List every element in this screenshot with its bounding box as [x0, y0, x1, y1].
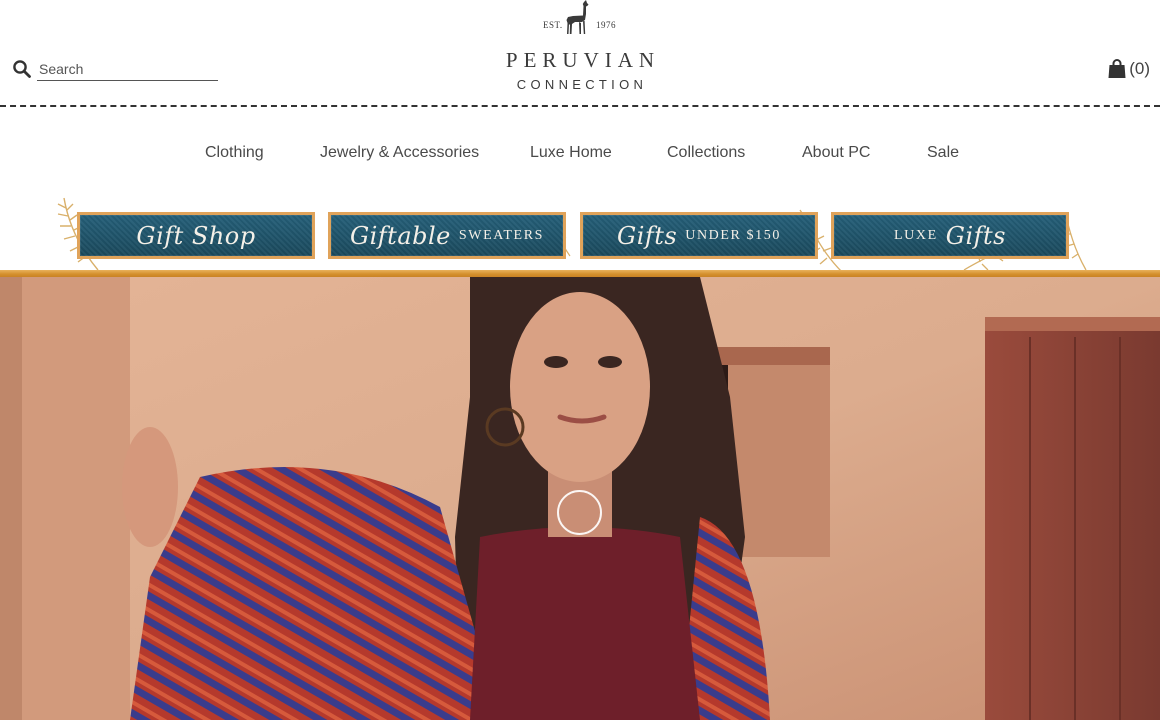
gift-shop-button[interactable]: Gift Shop: [77, 212, 315, 259]
gifts-label: Gifts: [617, 221, 678, 250]
logo-year-label: 1976: [596, 20, 616, 30]
search-box: [12, 57, 220, 83]
nav-item-about-pc[interactable]: About PC: [802, 144, 870, 162]
header-divider: [0, 105, 1160, 107]
under-150-label: UNDER $150: [685, 227, 781, 243]
luxe-gifts-script-label: Gifts: [945, 221, 1006, 250]
nav-item-luxe-home[interactable]: Luxe Home: [530, 144, 612, 162]
logo-emblem: EST. 1976: [470, 0, 690, 38]
giftable-sweaters-button[interactable]: Giftable SWEATERS: [328, 212, 566, 259]
shopping-bag-icon: [1108, 59, 1126, 78]
gold-divider: [0, 270, 1160, 277]
cart-button[interactable]: (0): [1108, 58, 1150, 80]
luxe-gifts-button[interactable]: LUXE Gifts: [831, 212, 1069, 259]
logo-wordmark: PERUVIAN: [505, 48, 661, 72]
cart-count: (0): [1129, 59, 1150, 78]
main-navigation: Clothing Jewelry & Accessories Luxe Home…: [0, 140, 1160, 170]
nav-item-sale[interactable]: Sale: [927, 144, 959, 162]
search-input[interactable]: [37, 57, 218, 81]
loading-spinner-icon: [557, 490, 602, 535]
site-logo[interactable]: EST. 1976 PERUVIAN CONNECTION: [470, 0, 690, 100]
site-header: EST. 1976 PERUVIAN CONNECTION (0): [0, 0, 1160, 108]
gift-shop-label: Gift Shop: [136, 221, 256, 250]
gifts-under-150-button[interactable]: Gifts UNDER $150: [580, 212, 818, 259]
search-icon[interactable]: [12, 59, 32, 79]
nav-item-jewelry-accessories[interactable]: Jewelry & Accessories: [320, 144, 479, 162]
giftable-label: Giftable: [349, 221, 451, 250]
nav-item-clothing[interactable]: Clothing: [205, 144, 264, 162]
gift-banner: Gift Shop Giftable SWEATERS Gifts UNDER …: [0, 196, 1160, 276]
logo-est-label: EST.: [543, 20, 563, 30]
sweaters-label: SWEATERS: [458, 227, 545, 243]
logo-subtitle: CONNECTION: [516, 77, 648, 92]
llama-icon: [566, 0, 589, 34]
luxe-label: LUXE: [894, 227, 938, 243]
nav-item-collections[interactable]: Collections: [667, 144, 745, 162]
hero-image[interactable]: [0, 277, 1160, 720]
